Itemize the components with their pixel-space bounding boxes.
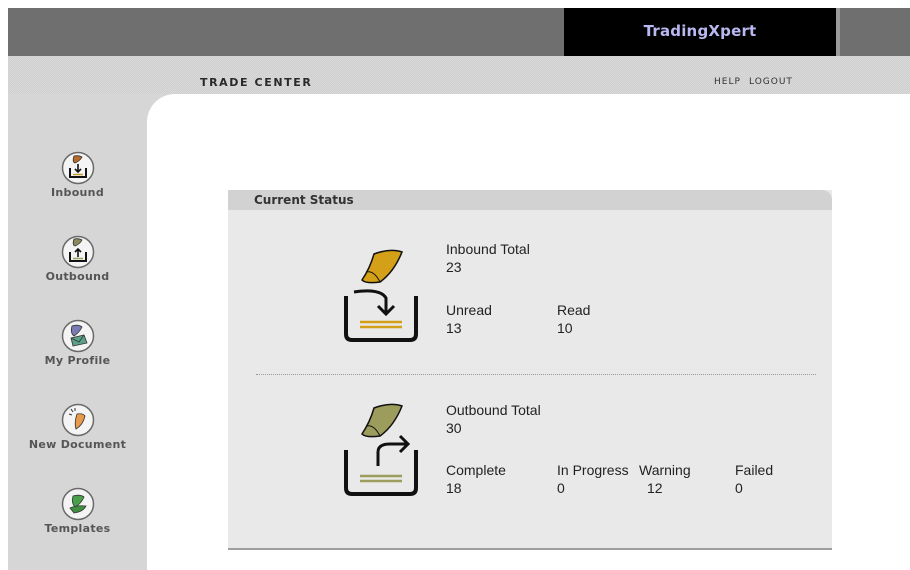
outbound-tray-icon (344, 403, 418, 496)
main-content: Current Status Inbound Total 23 Unread 1… (147, 94, 910, 570)
inbound-icon (61, 151, 94, 185)
sidebar-item-label: Templates (44, 522, 111, 535)
outbound-total-label: Outbound Total (446, 402, 541, 418)
current-status-panel: Current Status Inbound Total 23 Unread 1… (228, 190, 832, 550)
read-value: 10 (557, 320, 573, 336)
complete-label: Complete (446, 462, 506, 478)
page-title: TRADE CENTER (200, 76, 313, 89)
warning-value: 12 (647, 480, 663, 496)
read-label: Read (557, 302, 591, 318)
warning-label: Warning (639, 462, 691, 478)
in-progress-label: In Progress (557, 462, 629, 478)
sub-header (8, 56, 910, 94)
unread-value: 13 (446, 320, 462, 336)
new-document-icon (61, 403, 94, 437)
in-progress-value: 0 (557, 480, 565, 496)
sidebar-item-templates[interactable]: Templates (8, 487, 147, 535)
brand-box: TradingXpert (564, 8, 836, 56)
outbound-total-value: 30 (446, 420, 462, 436)
sidebar-item-label: Inbound (51, 186, 104, 199)
brand-logo: TradingXpert (643, 22, 757, 40)
sidebar-item-label: My Profile (44, 354, 111, 367)
help-link[interactable]: HELP (714, 77, 741, 87)
sidebar-item-inbound[interactable]: Inbound (8, 151, 147, 199)
inbound-total-value: 23 (446, 259, 462, 275)
inbound-total-label: Inbound Total (446, 241, 530, 257)
outbound-icon (61, 235, 94, 269)
profile-icon (61, 319, 94, 353)
sidebar-item-outbound[interactable]: Outbound (8, 235, 147, 283)
unread-label: Unread (446, 302, 492, 318)
panel-title: Current Status (254, 193, 354, 207)
logout-link[interactable]: LOGOUT (749, 77, 793, 87)
failed-label: Failed (735, 462, 774, 478)
sidebar-item-new-document[interactable]: New Document (8, 403, 147, 451)
top-bar: TradingXpert (8, 8, 910, 56)
sidebar-item-label: Outbound (45, 270, 110, 283)
sidebar-item-my-profile[interactable]: My Profile (8, 319, 147, 367)
failed-value: 0 (735, 480, 743, 496)
templates-icon (61, 487, 94, 521)
section-divider (256, 374, 816, 375)
sidebar: Inbound Outbound My Profile New Document… (8, 94, 147, 570)
brand-strip (836, 8, 840, 56)
app-window: TradingXpert TRADE CENTER HELP LOGOUT In… (8, 8, 910, 570)
inbound-tray-icon (344, 249, 418, 342)
panel-header: Current Status (228, 190, 832, 210)
complete-value: 18 (446, 480, 462, 496)
sidebar-item-label: New Document (28, 438, 127, 451)
